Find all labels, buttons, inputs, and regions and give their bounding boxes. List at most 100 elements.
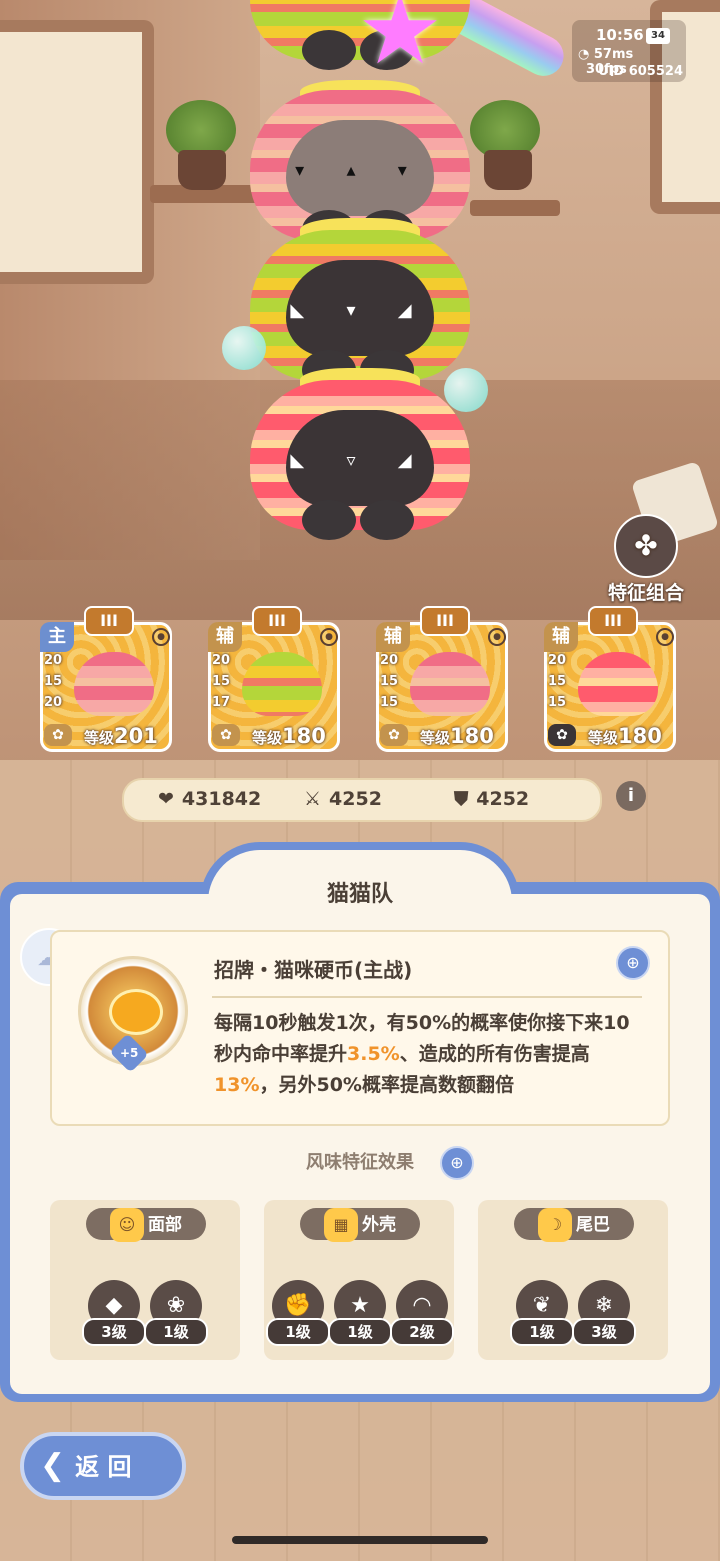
level-value: 180	[282, 724, 326, 748]
paw-icon: ✿	[380, 724, 408, 746]
cat-card-1[interactable]: 主 III ● 20 15 20 ✿ 等级201	[40, 606, 172, 752]
lock-icon[interactable]: ●	[320, 628, 338, 646]
skill-name: 招牌・猫咪硬币(主战)	[214, 958, 413, 982]
trait-level: 1级	[144, 1318, 208, 1346]
star-icon: ★	[356, 0, 444, 86]
zoom-icon: ⊕	[450, 1153, 464, 1172]
attack-value: 4252	[329, 788, 382, 810]
cat-bottom[interactable]: ◣ ▿ ◢	[250, 380, 470, 540]
stat-tail: 15	[380, 695, 399, 710]
trait-tab: ☽ 尾巴	[514, 1208, 634, 1242]
divider	[212, 996, 642, 998]
skill-bonus: +5	[119, 1046, 139, 1060]
skill-zoom-button[interactable]: ⊕	[616, 946, 650, 980]
team-stats-bar: ❤ 431842 ⚔ 4252 ⛊ 4252	[122, 778, 602, 822]
card-level: 等级180	[420, 724, 494, 748]
paw-icon: ✿	[44, 724, 72, 746]
ping: 57ms	[593, 47, 634, 62]
shell-icon: ▦	[324, 1208, 358, 1242]
stat-face: 20	[44, 653, 63, 668]
desc-part: ，另外50%概率提高数额翻倍	[259, 1074, 514, 1096]
trait-face: ☺ 面部 ◆ ❀ 3级 1级	[50, 1200, 240, 1360]
status-hud: 10:56 34 ◔ 57ms 30fps UID 605524	[572, 20, 686, 82]
paw-icon: ✿	[548, 724, 576, 746]
card-portrait	[410, 652, 490, 716]
trait-combo-label: 特征组合	[607, 582, 684, 604]
card-level: 等级201	[84, 724, 158, 748]
card-stats: 20 15 20	[44, 650, 62, 713]
card-portrait	[242, 652, 322, 716]
level-label: 等级	[588, 729, 619, 747]
trait-level: 1级	[328, 1318, 392, 1346]
paw-icon: ✿	[212, 724, 240, 746]
info-button[interactable]: i	[616, 781, 646, 811]
flavor-title-text: 风味特征效果	[306, 1152, 414, 1173]
level-label: 等级	[252, 729, 283, 747]
cat-face: ◣ ▿ ◢	[286, 410, 434, 506]
desc-highlight: 3.5%	[347, 1043, 400, 1065]
back-button[interactable]: ❮ 返 回	[20, 1432, 186, 1500]
card-portrait	[74, 652, 154, 716]
cat-3[interactable]: ◣ ▾ ◢	[250, 230, 470, 390]
lock-icon[interactable]: ●	[488, 628, 506, 646]
role-badge: 辅	[544, 622, 578, 652]
uid-label: UID	[598, 64, 625, 79]
trait-level: 3级	[82, 1318, 146, 1346]
cat-eyes: ◣ ▿ ◢	[290, 450, 430, 471]
cat-card-4[interactable]: 辅 III ● 20 15 15 ✿ 等级180	[544, 606, 676, 752]
cat-eyes: ▾ ▴ ▾	[295, 160, 425, 181]
level-label: 等级	[420, 729, 451, 747]
flavor-zoom-button[interactable]: ⊕	[440, 1146, 474, 1180]
trait-level: 1级	[266, 1318, 330, 1346]
desc-part: 、造成的所有伤害提高	[399, 1043, 590, 1065]
cat-paws	[302, 500, 418, 544]
stat-tail: 20	[44, 695, 63, 710]
stat-face: 20	[548, 653, 567, 668]
rank-badge: III	[252, 606, 302, 636]
card-stats: 20 15 15	[380, 650, 398, 713]
rank-badge: III	[588, 606, 638, 636]
card-level: 等级180	[588, 724, 662, 748]
flavor-title: 风味特征效果	[0, 1148, 720, 1174]
stat-face: 20	[212, 653, 231, 668]
stat-shell: 15	[548, 674, 567, 689]
desc-highlight: 13%	[214, 1074, 260, 1096]
lock-icon[interactable]: ●	[152, 628, 170, 646]
clover-icon: ✤	[614, 514, 678, 578]
stat-shell: 15	[44, 674, 63, 689]
level-value: 180	[450, 724, 494, 748]
shield-icon: ⛊	[454, 788, 469, 810]
back-label: 返 回	[75, 1453, 132, 1481]
coin-icon	[109, 989, 163, 1035]
tail-icon: ☽	[538, 1208, 572, 1242]
uid: UID 605524	[598, 64, 683, 79]
card-stats: 20 15 15	[548, 650, 566, 713]
cat-eyes: ◣ ▾ ◢	[290, 300, 430, 321]
role-badge: 辅	[208, 622, 242, 652]
zoom-icon: ⊕	[626, 953, 640, 972]
cat-card-3[interactable]: 辅 III ● 20 15 15 ✿ 等级180	[376, 606, 508, 752]
hp-value: 431842	[181, 788, 262, 810]
cat-face: ▾ ▴ ▾	[286, 120, 434, 216]
cat-card-2[interactable]: 辅 III ● 20 15 17 ✿ 等级180	[208, 606, 340, 752]
pot-right	[484, 150, 532, 190]
card-level: 等级180	[252, 724, 326, 748]
trait-combo-button[interactable]: ✤ 特征组合	[596, 514, 696, 604]
card-stats: 20 15 17	[212, 650, 230, 713]
cat-face-icon: ☺	[110, 1208, 144, 1242]
home-indicator[interactable]	[232, 1536, 488, 1544]
cat-face: ◣ ▾ ◢	[286, 260, 434, 356]
level-value: 201	[114, 724, 158, 748]
trait-name: 外壳	[362, 1215, 396, 1235]
stat-face: 20	[380, 653, 399, 668]
back-arrow-icon: ❮	[40, 1448, 66, 1483]
trait-name: 面部	[148, 1215, 182, 1235]
stat-tail: 17	[212, 695, 231, 710]
bubble	[444, 368, 488, 412]
lock-icon[interactable]: ●	[656, 628, 674, 646]
window-left	[0, 20, 154, 284]
skill-description: 每隔10秒触发1次，有50%的概率使你接下来10秒内命中率提升3.5%、造成的所…	[214, 1008, 644, 1101]
trait-tab: ▦ 外壳	[300, 1208, 420, 1242]
heart-icon: ❤	[158, 788, 174, 810]
trait-level: 1级	[510, 1318, 574, 1346]
